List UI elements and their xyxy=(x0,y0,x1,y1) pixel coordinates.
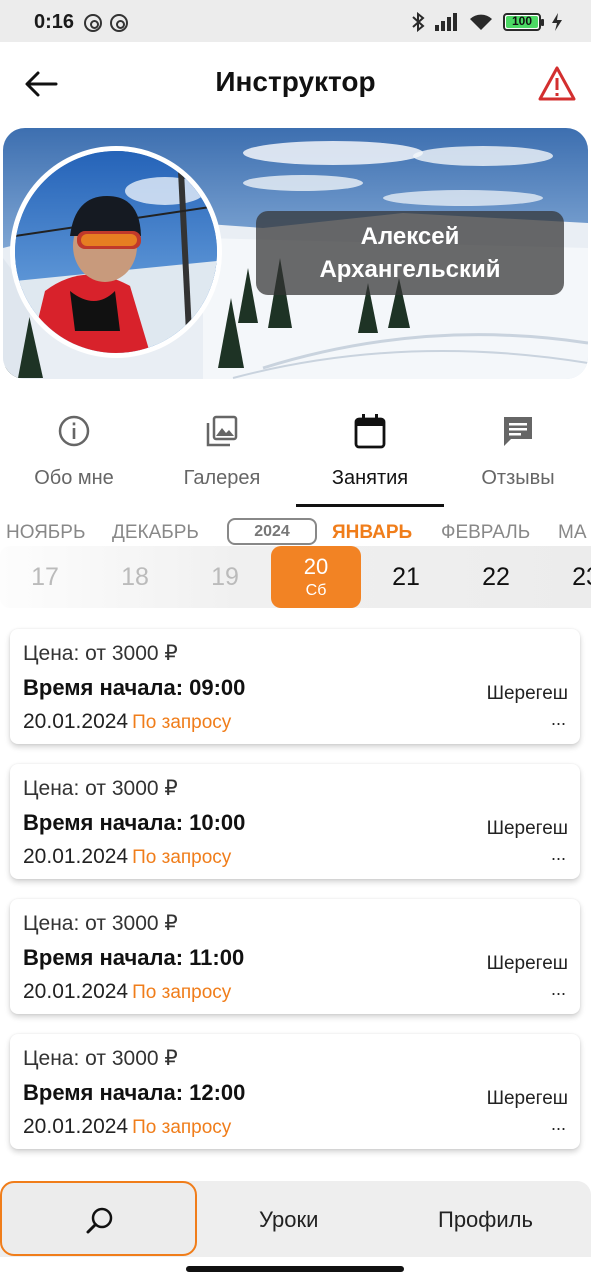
signal-icon xyxy=(435,13,457,31)
page-title: Инструктор xyxy=(215,66,376,97)
lesson-more-ellipsis: ... xyxy=(550,1114,566,1134)
lesson-more-ellipsis: ... xyxy=(550,979,566,999)
lesson-date: 20.01.2024 xyxy=(23,845,129,868)
lesson-start-time: Время начала: 11:00 xyxy=(23,945,245,970)
home-indicator xyxy=(186,1266,404,1272)
tab-gallery[interactable]: Галерея xyxy=(148,405,296,510)
month-january[interactable]: ЯНВАРЬ xyxy=(332,522,412,544)
lesson-start-time: Время начала: 09:00 xyxy=(23,675,246,700)
lesson-request-status: По запросу xyxy=(132,1117,232,1138)
active-tab-indicator xyxy=(296,504,444,507)
avatar xyxy=(10,146,222,358)
bluetooth-icon xyxy=(412,12,425,32)
instructor-name: Алексей Архангельский xyxy=(319,223,501,283)
profile-tabs: Обо мне Галерея Занятия Отзывы xyxy=(0,405,591,510)
lesson-more-ellipsis: ... xyxy=(550,709,566,729)
selected-day-number: 20 xyxy=(303,554,329,579)
lesson-location: Шерегеш xyxy=(486,818,568,839)
lesson-card[interactable]: Цена: от 3000 ₽ Время начала: 10:00 20.0… xyxy=(10,764,580,879)
status-time: 0:16 xyxy=(34,11,75,33)
day-item[interactable]: 18 xyxy=(90,546,180,608)
lesson-price: Цена: от 3000 ₽ xyxy=(23,912,178,935)
lesson-card[interactable]: Цена: от 3000 ₽ Время начала: 12:00 20.0… xyxy=(10,1034,580,1149)
month-february[interactable]: ФЕВРАЛЬ xyxy=(441,522,530,544)
day-item[interactable]: 22 xyxy=(451,546,541,608)
calendar-icon xyxy=(354,414,386,449)
month-december[interactable]: ДЕКАБРЬ xyxy=(112,522,199,544)
lesson-date: 20.01.2024 xyxy=(23,710,129,733)
app-header: Инструктор xyxy=(0,42,591,126)
bottom-nav: Уроки Профиль xyxy=(0,1181,591,1257)
lesson-start-time: Время начала: 10:00 xyxy=(23,810,246,835)
nav-lessons[interactable]: Уроки xyxy=(259,1207,318,1233)
day-item[interactable]: 19 xyxy=(180,546,270,608)
lesson-location: Шерегеш xyxy=(486,1088,568,1109)
tab-reviews[interactable]: Отзывы xyxy=(444,405,591,510)
day-strip: 17 18 19 20 Сб 21 22 23 xyxy=(0,546,591,610)
gallery-icon xyxy=(206,415,238,447)
lesson-price: Цена: от 3000 ₽ xyxy=(23,642,178,665)
tab-lessons[interactable]: Занятия xyxy=(296,405,444,510)
lesson-date-row: 20.01.2024 По запросу xyxy=(23,980,231,1004)
tab-label: Занятия xyxy=(331,467,409,489)
nav-search-button[interactable] xyxy=(0,1181,197,1256)
lesson-request-status: По запросу xyxy=(132,982,232,1003)
lesson-card[interactable]: Цена: от 3000 ₽ Время начала: 09:00 20.0… xyxy=(10,629,580,744)
search-icon xyxy=(86,1207,113,1234)
status-bar: 0:16 100 xyxy=(0,0,591,42)
battery-level: 100 xyxy=(511,14,533,28)
selected-day[interactable]: 20 Сб xyxy=(271,546,361,608)
avatar-photo xyxy=(15,151,217,353)
tab-label: Галерея xyxy=(183,467,261,489)
lesson-date-row: 20.01.2024 По запросу xyxy=(23,845,231,869)
lesson-date-row: 20.01.2024 По запросу xyxy=(23,710,231,734)
wifi-icon xyxy=(470,14,492,30)
tab-label: Отзывы xyxy=(481,467,555,489)
lesson-request-status: По запросу xyxy=(132,847,232,868)
notification-icon xyxy=(84,14,102,32)
lesson-start-time: Время начала: 12:00 xyxy=(23,1080,246,1105)
year-badge: 2024 xyxy=(227,518,317,545)
charging-icon xyxy=(552,13,562,31)
selected-day-weekday: Сб xyxy=(305,582,327,599)
lesson-card[interactable]: Цена: от 3000 ₽ Время начала: 11:00 20.0… xyxy=(10,899,580,1014)
lesson-more-ellipsis: ... xyxy=(550,844,566,864)
day-item[interactable]: 23 xyxy=(541,546,591,608)
nav-profile[interactable]: Профиль xyxy=(438,1207,533,1233)
lesson-date: 20.01.2024 xyxy=(23,1115,129,1138)
reviews-icon xyxy=(504,417,532,446)
lesson-date-row: 20.01.2024 По запросу xyxy=(23,1115,231,1139)
info-icon xyxy=(58,415,90,447)
day-item[interactable]: 21 xyxy=(361,546,451,608)
lesson-request-status: По запросу xyxy=(132,712,232,733)
tab-label: Обо мне xyxy=(34,467,114,489)
month-november[interactable]: НОЯБРЬ xyxy=(6,522,85,544)
lesson-location: Шерегеш xyxy=(486,953,568,974)
battery-icon: 100 xyxy=(503,13,544,31)
warning-icon[interactable] xyxy=(537,64,577,104)
lesson-price: Цена: от 3000 ₽ xyxy=(23,1047,178,1070)
notification-icon xyxy=(110,14,128,32)
lesson-price: Цена: от 3000 ₽ xyxy=(23,777,178,800)
instructor-name-box: Алексей Архангельский xyxy=(256,211,564,295)
lesson-date: 20.01.2024 xyxy=(23,980,129,1003)
lesson-location: Шерегеш xyxy=(486,683,568,704)
day-item[interactable]: 17 xyxy=(0,546,90,608)
month-march[interactable]: МА xyxy=(558,522,587,544)
tab-about[interactable]: Обо мне xyxy=(0,405,148,510)
